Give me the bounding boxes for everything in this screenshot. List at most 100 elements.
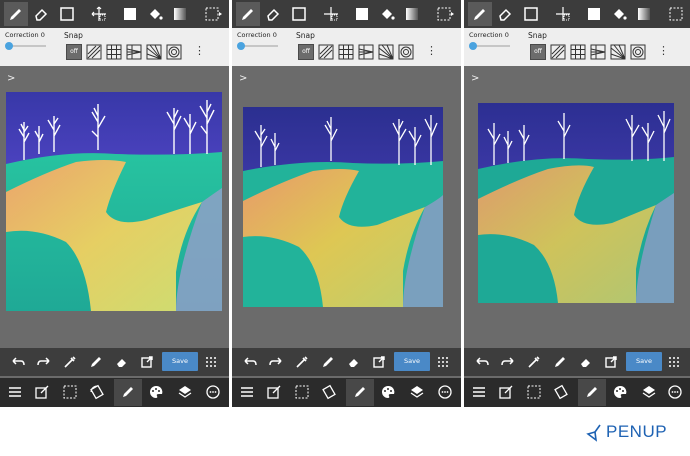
- undo-icon[interactable]: [8, 352, 28, 372]
- rotate-button[interactable]: [547, 379, 575, 406]
- redo-icon[interactable]: [34, 352, 54, 372]
- redo-icon[interactable]: [498, 352, 518, 372]
- layers-button[interactable]: [171, 379, 199, 406]
- brush-button[interactable]: [346, 379, 374, 406]
- fill-rect-tool-button[interactable]: [118, 2, 142, 26]
- vanishing-lines-icon[interactable]: [146, 44, 162, 60]
- eraser-tool-button[interactable]: [493, 2, 517, 26]
- save-button[interactable]: Save: [162, 352, 198, 371]
- layers-button[interactable]: [635, 379, 663, 406]
- external-icon[interactable]: [369, 352, 389, 372]
- eraser-icon[interactable]: [112, 352, 132, 372]
- concentric-circle-icon[interactable]: [630, 44, 646, 60]
- more-circle-button[interactable]: [661, 379, 689, 406]
- selection-button[interactable]: [288, 379, 316, 406]
- select-tool-button[interactable]: [55, 2, 79, 26]
- select-tool-button[interactable]: [519, 2, 543, 26]
- rotate-button[interactable]: [83, 379, 111, 406]
- parallel-lines-icon[interactable]: [550, 44, 566, 60]
- selection-button[interactable]: [520, 379, 548, 406]
- correction-slider[interactable]: [469, 42, 510, 50]
- perspective-icon[interactable]: [590, 44, 606, 60]
- eraser-tool-button[interactable]: [29, 2, 53, 26]
- menu-button[interactable]: [233, 379, 261, 406]
- fill-rect-tool-button[interactable]: [582, 2, 606, 26]
- gradient-tool-button[interactable]: [632, 2, 656, 26]
- correction-slider[interactable]: [237, 42, 278, 50]
- more-circle-button[interactable]: [199, 379, 227, 406]
- transform-tool-button[interactable]: [87, 2, 111, 26]
- transform-tool-button[interactable]: [319, 2, 343, 26]
- parallel-lines-icon[interactable]: [86, 44, 102, 60]
- grid-icon[interactable]: [338, 44, 354, 60]
- external-icon[interactable]: [601, 352, 621, 372]
- select-tool-button[interactable]: [287, 2, 311, 26]
- undo-icon[interactable]: [472, 352, 492, 372]
- edit-button[interactable]: [260, 379, 288, 406]
- eraser-tool-button[interactable]: [261, 2, 285, 26]
- palette-button[interactable]: [142, 379, 170, 406]
- perspective-icon[interactable]: [358, 44, 374, 60]
- grid-dots-icon[interactable]: [201, 352, 221, 372]
- edit-button[interactable]: [492, 379, 520, 406]
- palette-button[interactable]: [606, 379, 634, 406]
- eyedropper-icon[interactable]: [524, 352, 544, 372]
- undo-icon[interactable]: [240, 352, 260, 372]
- slider-knob[interactable]: [5, 42, 13, 50]
- eyedropper-icon[interactable]: [292, 352, 312, 372]
- pencil-icon[interactable]: [318, 352, 338, 372]
- expand-chevron-icon[interactable]: >: [471, 73, 479, 84]
- pencil-icon[interactable]: [550, 352, 570, 372]
- slider-knob[interactable]: [469, 42, 477, 50]
- drawing-canvas[interactable]: [6, 92, 222, 311]
- fill-tool-button[interactable]: [607, 2, 631, 26]
- grid-icon[interactable]: [106, 44, 122, 60]
- more-options-icon[interactable]: ⋮: [658, 45, 669, 56]
- more-options-icon[interactable]: ⋮: [194, 45, 205, 56]
- grid-dots-icon[interactable]: [664, 352, 684, 372]
- palette-button[interactable]: [374, 379, 402, 406]
- snap-off-button[interactable]: off: [530, 44, 546, 60]
- menu-button[interactable]: [1, 379, 29, 406]
- layer-select-tool-button[interactable]: [432, 2, 456, 26]
- external-icon[interactable]: [137, 352, 157, 372]
- eraser-icon[interactable]: [576, 352, 596, 372]
- save-button[interactable]: Save: [394, 352, 430, 371]
- grid-dots-icon[interactable]: [433, 352, 453, 372]
- grid-icon[interactable]: [570, 44, 586, 60]
- concentric-circle-icon[interactable]: [166, 44, 182, 60]
- correction-slider[interactable]: [5, 42, 46, 50]
- layer-select-tool-button[interactable]: [200, 2, 224, 26]
- pencil-tool-button[interactable]: [236, 2, 260, 26]
- save-button[interactable]: Save: [626, 352, 662, 371]
- slider-knob[interactable]: [237, 42, 245, 50]
- pencil-tool-button[interactable]: [4, 2, 28, 26]
- perspective-icon[interactable]: [126, 44, 142, 60]
- eyedropper-icon[interactable]: [60, 352, 80, 372]
- redo-icon[interactable]: [266, 352, 286, 372]
- eraser-icon[interactable]: [344, 352, 364, 372]
- menu-button[interactable]: [465, 379, 493, 406]
- concentric-circle-icon[interactable]: [398, 44, 414, 60]
- pencil-tool-button[interactable]: [468, 2, 492, 26]
- edit-button[interactable]: [28, 379, 56, 406]
- fill-tool-button[interactable]: [143, 2, 167, 26]
- drawing-canvas[interactable]: [243, 107, 443, 307]
- brush-button[interactable]: [114, 379, 142, 406]
- fill-rect-tool-button[interactable]: [350, 2, 374, 26]
- vanishing-lines-icon[interactable]: [378, 44, 394, 60]
- more-options-icon[interactable]: ⋮: [426, 45, 437, 56]
- transform-tool-button[interactable]: [551, 2, 575, 26]
- layers-button[interactable]: [403, 379, 431, 406]
- snap-off-button[interactable]: off: [66, 44, 82, 60]
- rotate-button[interactable]: [315, 379, 343, 406]
- expand-chevron-icon[interactable]: >: [239, 73, 247, 84]
- layer-select-tool-button[interactable]: [664, 2, 688, 26]
- pencil-icon[interactable]: [86, 352, 106, 372]
- expand-chevron-icon[interactable]: >: [7, 73, 15, 84]
- brush-button[interactable]: [578, 379, 606, 406]
- gradient-tool-button[interactable]: [168, 2, 192, 26]
- drawing-canvas[interactable]: [478, 103, 674, 303]
- parallel-lines-icon[interactable]: [318, 44, 334, 60]
- gradient-tool-button[interactable]: [400, 2, 424, 26]
